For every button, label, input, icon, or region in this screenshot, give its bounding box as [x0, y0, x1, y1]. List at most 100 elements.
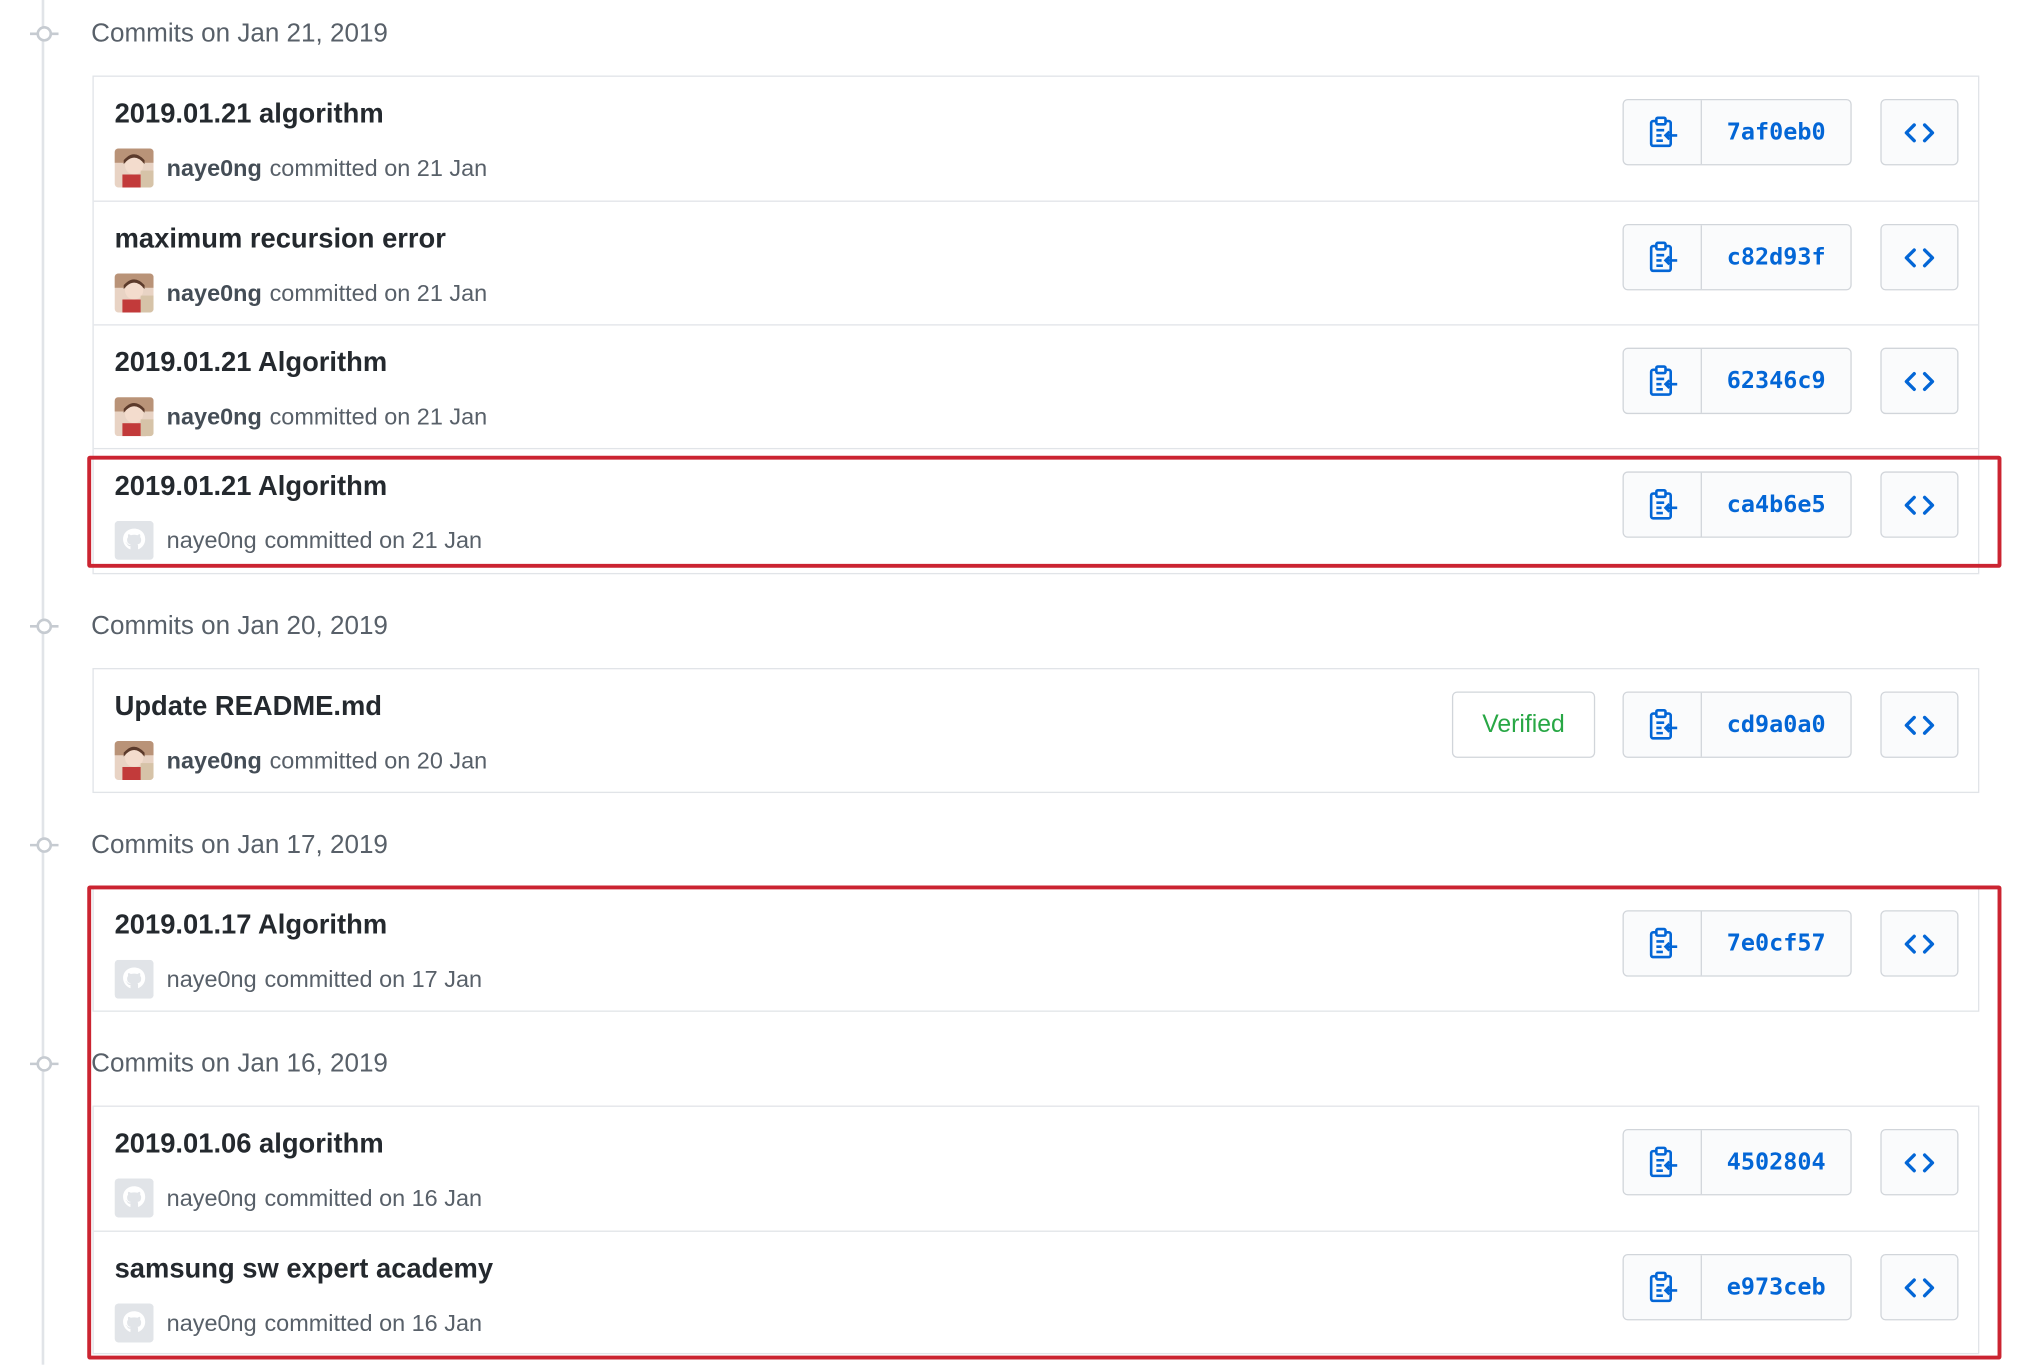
verified-badge[interactable]: Verified [1451, 691, 1596, 758]
browse-repo-button[interactable] [1880, 910, 1959, 977]
copy-sha-button[interactable] [1624, 1255, 1702, 1320]
date-heading-text: Commits on Jan 16, 2019 [91, 1049, 388, 1079]
sha-button-group: 62346c9 [1622, 347, 1852, 415]
commit-list: 2019.01.06 algorithm naye0ng committed o… [92, 1105, 1980, 1355]
commit-sha-link[interactable]: 62346c9 [1702, 349, 1850, 413]
timeline-line [41, 0, 45, 1365]
commit-date: committed on 21 Jan [269, 154, 488, 181]
code-icon [1904, 120, 1935, 143]
commit-date: committed on 21 Jan [269, 279, 488, 306]
commit-message[interactable]: 2019.01.21 Algorithm [115, 348, 388, 379]
code-icon [1904, 713, 1935, 736]
commit-message[interactable]: 2019.01.21 Algorithm [115, 471, 388, 502]
commit-meta: naye0ng committed on 21 Jan [114, 520, 482, 560]
date-heading-text: Commits on Jan 20, 2019 [91, 612, 388, 641]
sha-button-group: ca4b6e5 [1622, 471, 1852, 538]
commit-sha-link[interactable]: 4502804 [1702, 1130, 1850, 1194]
commit-sha-link[interactable]: cd9a0a0 [1702, 693, 1850, 757]
avatar[interactable] [114, 273, 154, 313]
commit-row: 2019.01.06 algorithm naye0ng committed o… [94, 1107, 1978, 1231]
date-heading: Commits on Jan 17, 2019 [0, 819, 2005, 871]
commit-meta: naye0ng committed on 21 Jan [114, 273, 488, 313]
git-commit-icon [29, 26, 59, 42]
browse-repo-button[interactable] [1880, 691, 1959, 758]
browse-repo-button[interactable] [1880, 347, 1959, 415]
commit-list: Update README.md naye0ng committed on 20… [92, 668, 1980, 794]
code-icon [1904, 1150, 1935, 1173]
author-name[interactable]: naye0ng [167, 403, 262, 430]
commit-sha-link[interactable]: 7e0cf57 [1702, 912, 1850, 976]
author-name[interactable]: naye0ng [167, 747, 262, 774]
clipboard-icon [1647, 488, 1678, 522]
commit-meta: naye0ng committed on 16 Jan [114, 1303, 482, 1343]
commit-date: committed on 17 Jan [264, 965, 483, 992]
commit-list: 2019.01.21 algorithm naye0ng committed o… [92, 75, 1980, 575]
browse-repo-button[interactable] [1880, 98, 1959, 166]
commit-sha-link[interactable]: e973ceb [1702, 1255, 1850, 1319]
clipboard-icon [1647, 708, 1678, 742]
browse-repo-button[interactable] [1880, 471, 1959, 538]
commit-date: committed on 20 Jan [269, 746, 488, 773]
avatar[interactable] [114, 1178, 154, 1218]
commit-sha-link[interactable]: ca4b6e5 [1702, 473, 1850, 537]
copy-sha-button[interactable] [1624, 348, 1702, 413]
avatar[interactable] [114, 740, 154, 781]
commit-row: 2019.01.21 Algorithm naye0ng committed o… [93, 447, 1979, 572]
copy-sha-button[interactable] [1624, 225, 1702, 290]
avatar[interactable] [114, 959, 154, 999]
commit-list: 2019.01.17 Algorithm naye0ng committed o… [92, 886, 1980, 1012]
browse-repo-button[interactable] [1880, 1253, 1959, 1321]
commit-message[interactable]: 2019.01.21 algorithm [115, 99, 384, 130]
date-heading: Commits on Jan 20, 2019 [0, 600, 2005, 652]
avatar[interactable] [114, 520, 154, 560]
commit-message[interactable]: 2019.01.17 Algorithm [115, 910, 388, 941]
browse-repo-button[interactable] [1880, 223, 1959, 291]
avatar[interactable] [114, 148, 154, 188]
commit-row: 2019.01.17 Algorithm naye0ng committed o… [94, 888, 1978, 1012]
date-heading-text: Commits on Jan 17, 2019 [91, 830, 388, 860]
commit-sha-link[interactable]: c82d93f [1702, 225, 1850, 289]
commit-meta: naye0ng committed on 16 Jan [114, 1178, 483, 1218]
commit-history: Commits on Jan 21, 2019 2019.01.21 algor… [0, 0, 2034, 1365]
git-commit-icon [29, 837, 59, 853]
commit-meta: naye0ng committed on 20 Jan [114, 740, 488, 781]
copy-sha-button[interactable] [1624, 100, 1702, 165]
clipboard-icon [1647, 115, 1678, 149]
commit-message[interactable]: maximum recursion error [115, 224, 446, 255]
copy-sha-button[interactable] [1624, 911, 1702, 976]
commit-date: committed on 21 Jan [269, 403, 488, 430]
copy-sha-button[interactable] [1624, 692, 1702, 757]
commit-row: samsung sw expert academy naye0ng commit… [93, 1230, 1979, 1355]
sha-button-group: c82d93f [1622, 223, 1852, 291]
commit-message[interactable]: 2019.01.06 algorithm [115, 1129, 384, 1160]
commit-sha-link[interactable]: 7af0eb0 [1702, 100, 1850, 164]
commit-message[interactable]: Update README.md [115, 691, 382, 722]
clipboard-icon [1647, 364, 1678, 398]
commit-date: committed on 16 Jan [264, 1184, 483, 1211]
copy-sha-button[interactable] [1624, 1130, 1702, 1195]
author-name: naye0ng [166, 1309, 257, 1336]
sha-button-group: 4502804 [1622, 1128, 1852, 1196]
commit-row: maximum recursion error naye0ng committe… [93, 200, 1979, 325]
browse-repo-button[interactable] [1880, 1128, 1959, 1196]
commit-row: 2019.01.21 Algorithm naye0ng committed o… [93, 324, 1979, 448]
commit-row: Update README.md naye0ng committed on 20… [94, 669, 1978, 793]
sha-button-group: e973ceb [1622, 1253, 1852, 1321]
git-commit-icon [29, 1056, 59, 1072]
author-name[interactable]: naye0ng [167, 154, 262, 181]
commit-message[interactable]: samsung sw expert academy [115, 1254, 493, 1285]
copy-sha-button[interactable] [1624, 472, 1702, 537]
clipboard-icon [1647, 1145, 1678, 1179]
clipboard-icon [1647, 240, 1678, 274]
sha-button-group: 7e0cf57 [1622, 910, 1852, 977]
sha-button-group: 7af0eb0 [1622, 98, 1852, 166]
date-heading-text: Commits on Jan 21, 2019 [91, 19, 388, 49]
commit-meta: naye0ng committed on 17 Jan [114, 959, 483, 999]
avatar[interactable] [114, 397, 154, 437]
commit-meta: naye0ng committed on 21 Jan [114, 397, 488, 437]
clipboard-icon [1647, 927, 1678, 961]
avatar[interactable] [114, 1303, 154, 1343]
date-heading: Commits on Jan 16, 2019 [0, 1038, 2005, 1090]
author-name[interactable]: naye0ng [167, 279, 262, 306]
clipboard-icon [1647, 1270, 1678, 1304]
